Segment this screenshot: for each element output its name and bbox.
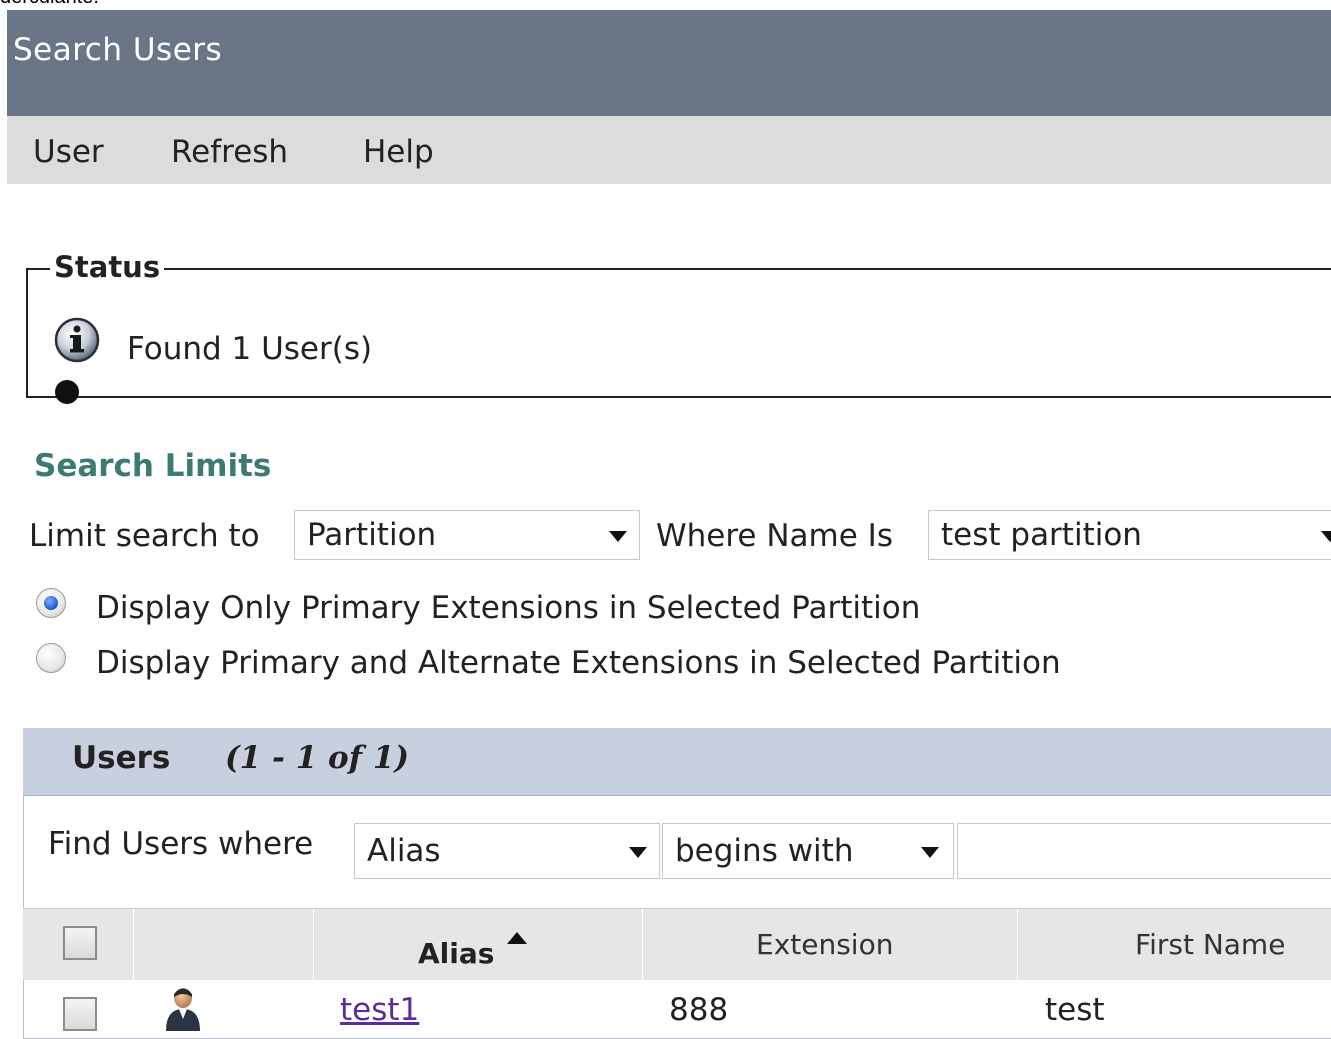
chevron-down-icon — [609, 531, 627, 542]
status-legend: Status — [50, 250, 165, 284]
select-all-checkbox[interactable] — [63, 926, 97, 960]
partition-name-select[interactable]: test partition — [928, 510, 1331, 560]
first-name-cell: test — [1045, 992, 1105, 1028]
users-title: Users — [72, 740, 171, 776]
limit-search-label: Limit search to — [29, 518, 260, 554]
radio-primary-only-label: Display Only Primary Extensions in Selec… — [96, 590, 921, 626]
column-divider — [1017, 908, 1018, 980]
find-field-value: Alias — [367, 833, 441, 869]
title-bar: Search Users — [7, 10, 1331, 116]
limit-search-select[interactable]: Partition — [294, 510, 640, 560]
search-limits-title: Search Limits — [34, 448, 272, 484]
users-header — [23, 728, 1331, 796]
sort-ascending-icon[interactable] — [507, 932, 527, 944]
page-title: Search Users — [13, 32, 223, 68]
find-operator-select[interactable]: begins with — [662, 823, 954, 879]
chevron-down-icon — [629, 847, 647, 858]
column-divider — [313, 908, 314, 980]
where-name-label: Where Name Is — [656, 518, 893, 554]
search-input[interactable] — [957, 823, 1331, 879]
chevron-down-icon — [1321, 531, 1331, 542]
status-message: Found 1 User(s) — [127, 331, 373, 367]
alias-link[interactable]: test1 — [340, 992, 419, 1028]
column-header-first-name[interactable]: First Name — [1135, 928, 1285, 961]
menu-bar: User Refresh Help — [7, 116, 1331, 184]
menu-item-user[interactable]: User — [33, 134, 104, 170]
menu-item-help[interactable]: Help — [363, 134, 434, 170]
chevron-down-icon — [921, 847, 939, 858]
radio-primary-and-alternate[interactable] — [36, 643, 66, 673]
limit-search-value: Partition — [307, 517, 437, 553]
status-dot — [55, 380, 79, 404]
radio-primary-only[interactable] — [36, 588, 66, 618]
user-icon — [166, 988, 200, 1031]
partition-name-value: test partition — [941, 517, 1142, 553]
column-header-alias[interactable]: Alias — [418, 937, 494, 970]
users-range: (1 - 1 of 1) — [225, 740, 410, 776]
extension-cell: 888 — [669, 992, 729, 1028]
find-field-select[interactable]: Alias — [354, 823, 660, 879]
top-clipped-strip: derculante. — [0, 0, 1331, 10]
column-divider — [642, 908, 643, 980]
column-divider — [133, 908, 134, 980]
clipped-text: derculante. — [0, 0, 99, 9]
find-users-label: Find Users where — [48, 826, 314, 862]
info-icon — [54, 317, 100, 363]
radio-primary-and-alternate-label: Display Primary and Alternate Extensions… — [96, 645, 1061, 681]
column-header-extension[interactable]: Extension — [756, 928, 893, 961]
find-operator-value: begins with — [675, 833, 854, 869]
row-checkbox[interactable] — [63, 997, 97, 1031]
menu-item-refresh[interactable]: Refresh — [171, 134, 288, 170]
